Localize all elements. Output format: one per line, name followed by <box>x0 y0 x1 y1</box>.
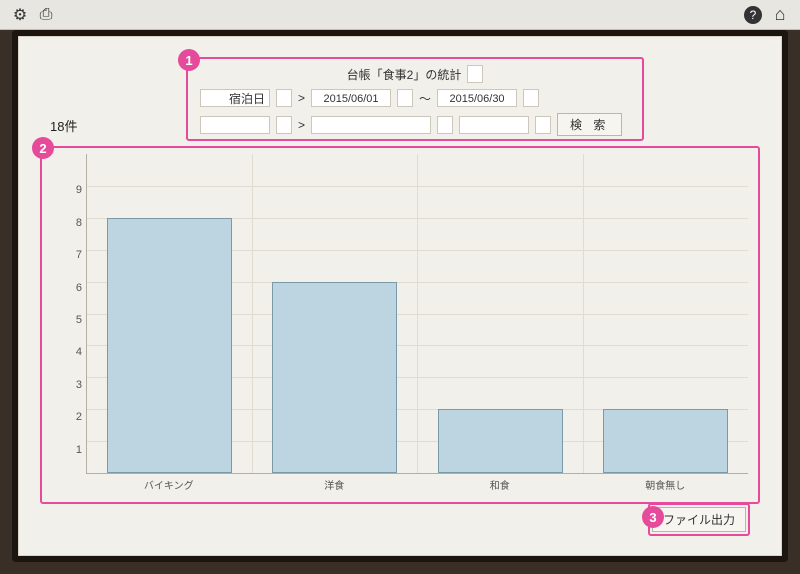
y-tick-label: 8 <box>66 217 82 229</box>
date-to-picker[interactable] <box>523 89 539 107</box>
y-tick-label: 5 <box>66 314 82 326</box>
extra-field-3[interactable] <box>459 116 529 134</box>
bar-cell <box>87 154 253 473</box>
bar-cell <box>418 154 584 473</box>
y-tick-label: 9 <box>66 184 82 196</box>
filter-section: 台帳「食事2」の統計 宿泊日 > 2015/06/01 〜 2015/06/30… <box>186 57 644 141</box>
date-to-input[interactable]: 2015/06/30 <box>437 89 517 107</box>
result-count: 18件 <box>50 116 77 135</box>
x-tick-label: 洋食 <box>324 477 344 492</box>
date-from-picker[interactable] <box>397 89 413 107</box>
panel-inner: 1 2 3 18件 台帳「食事2」の統計 宿泊日 > 2015/06/01 〜 … <box>26 44 774 548</box>
print-icon[interactable]: ⎙ <box>38 7 54 23</box>
extra-dropdown-1[interactable] <box>276 116 292 134</box>
main-panel: 1 2 3 18件 台帳「食事2」の統計 宿泊日 > 2015/06/01 〜 … <box>12 30 788 562</box>
x-tick-label: バイキング <box>144 477 194 492</box>
gt-symbol-2: > <box>298 118 305 132</box>
bar-cell <box>584 154 749 473</box>
tilde-symbol: 〜 <box>419 90 431 107</box>
x-tick-label: 朝食無し <box>645 477 685 492</box>
date-label: 宿泊日 <box>200 89 270 107</box>
extra-field-1[interactable] <box>200 116 270 134</box>
bar <box>272 282 397 473</box>
home-icon[interactable]: ⌂ <box>772 7 788 23</box>
y-tick-label: 3 <box>66 379 82 391</box>
callout-badge-1: 1 <box>178 49 200 71</box>
top-toolbar: ⚙ ⎙ ? ⌂ <box>0 0 800 30</box>
gear-icon[interactable]: ⚙ <box>12 7 28 23</box>
y-tick-label: 2 <box>66 411 82 423</box>
chart-area: 1 2 3 4 5 6 7 8 9 バイキング 洋食 和食 朝食無し <box>40 146 760 504</box>
bar <box>107 218 232 473</box>
bar <box>438 409 563 473</box>
y-tick-label: 1 <box>66 444 82 456</box>
extra-field-2[interactable] <box>311 116 431 134</box>
x-tick-label: 和食 <box>490 477 510 492</box>
filter-title-row: 台帳「食事2」の統計 <box>200 65 630 83</box>
filter-date-row: 宿泊日 > 2015/06/01 〜 2015/06/30 <box>200 89 630 107</box>
search-button[interactable]: 検 索 <box>557 113 622 136</box>
export-button[interactable]: ファイル出力 <box>652 507 746 532</box>
filter-title: 台帳「食事2」の統計 <box>347 66 462 83</box>
extra-dropdown-3[interactable] <box>535 116 551 134</box>
callout-badge-2: 2 <box>32 137 54 159</box>
filter-extra-row: > 検 索 <box>200 113 630 136</box>
gt-symbol: > <box>298 91 305 105</box>
bars-container <box>87 154 748 473</box>
date-type-dropdown[interactable] <box>276 89 292 107</box>
extra-dropdown-2[interactable] <box>437 116 453 134</box>
help-icon[interactable]: ? <box>744 6 762 24</box>
y-tick-label: 6 <box>66 282 82 294</box>
date-from-input[interactable]: 2015/06/01 <box>311 89 391 107</box>
chart-plot <box>86 154 748 474</box>
bar-cell <box>253 154 419 473</box>
y-tick-label: 7 <box>66 249 82 261</box>
bar <box>603 409 728 473</box>
callout-badge-3: 3 <box>642 506 664 528</box>
y-tick-label: 4 <box>66 346 82 358</box>
title-dropdown[interactable] <box>467 65 483 83</box>
